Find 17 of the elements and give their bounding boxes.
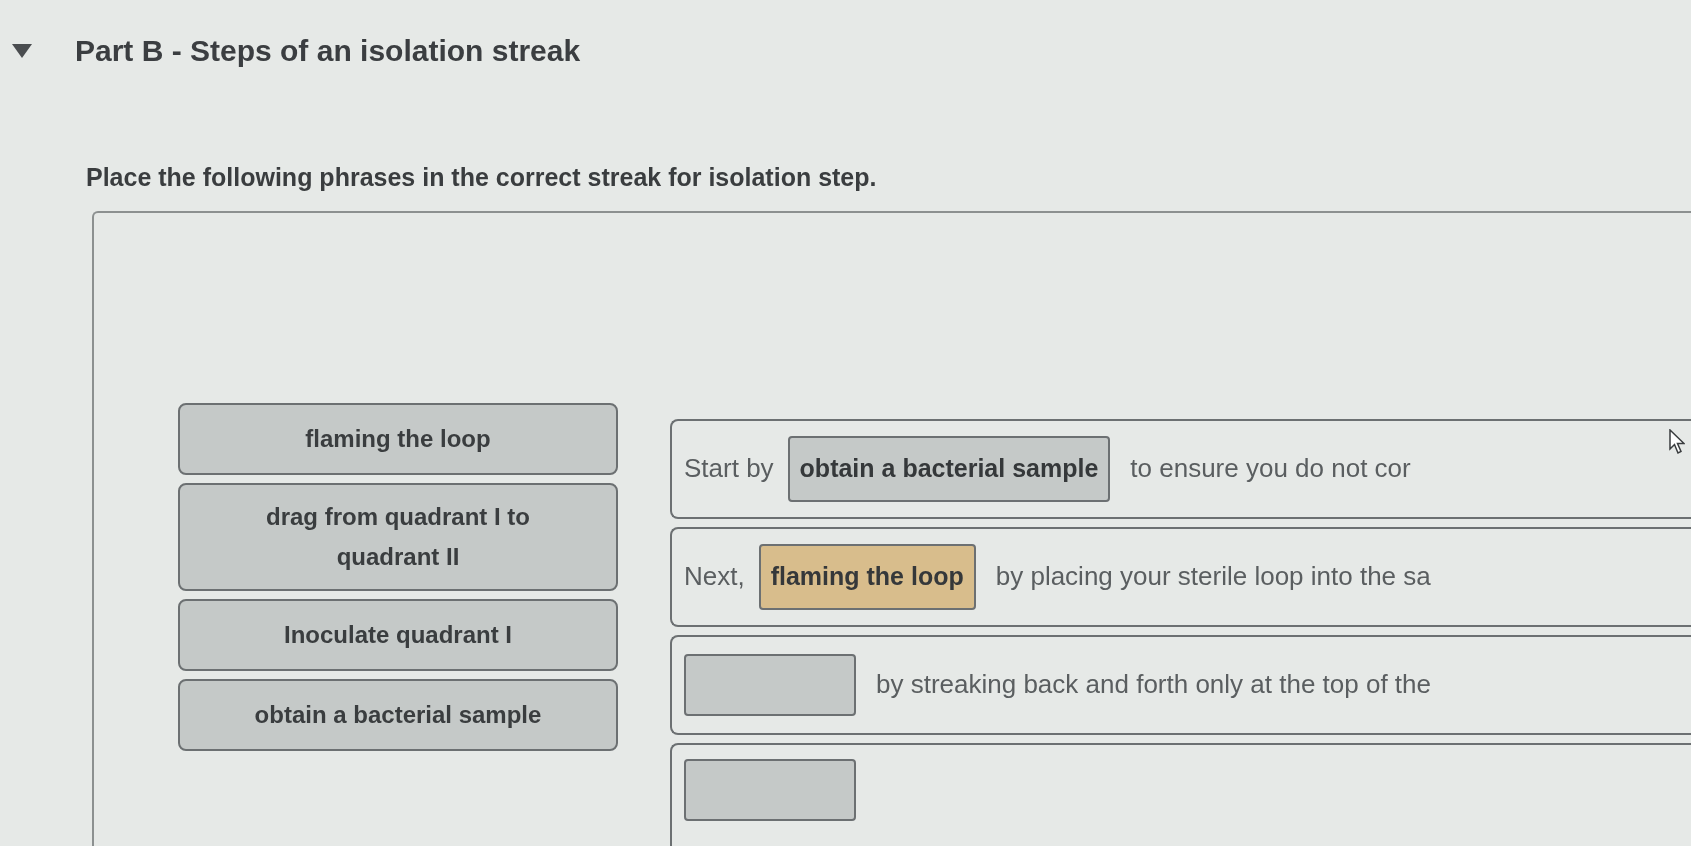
section-title: Part B - Steps of an isolation streak (75, 33, 581, 69)
answer-tile[interactable]: obtain a bacterial sample (787, 436, 1111, 502)
phrase-tile[interactable]: obtain a bacterial sample (178, 678, 618, 751)
drop-zone[interactable] (684, 653, 856, 716)
step-prefix: Next, (684, 560, 745, 594)
mouse-pointer-icon (1669, 428, 1685, 455)
answer-tile[interactable]: flaming the loop (758, 544, 976, 610)
step-text: to ensure you do not cor (1130, 452, 1411, 486)
step-prefix: Start by (684, 452, 774, 486)
step-text: by streaking back and forth only at the top of the (876, 668, 1431, 702)
phrase-tile[interactable]: flaming the loop (178, 402, 618, 475)
phrase-tile[interactable]: Inoculate quadrant I (178, 598, 618, 671)
instruction-text: Place the following phrases in the correct streak for isolation step. (86, 161, 878, 193)
phrase-tile[interactable]: drag from quadrant I to quadrant II (178, 482, 618, 591)
drop-zone[interactable] (684, 758, 856, 821)
step-text: by placing your sterile loop into the sa (995, 560, 1431, 594)
collapse-triangle-icon[interactable] (12, 43, 32, 58)
